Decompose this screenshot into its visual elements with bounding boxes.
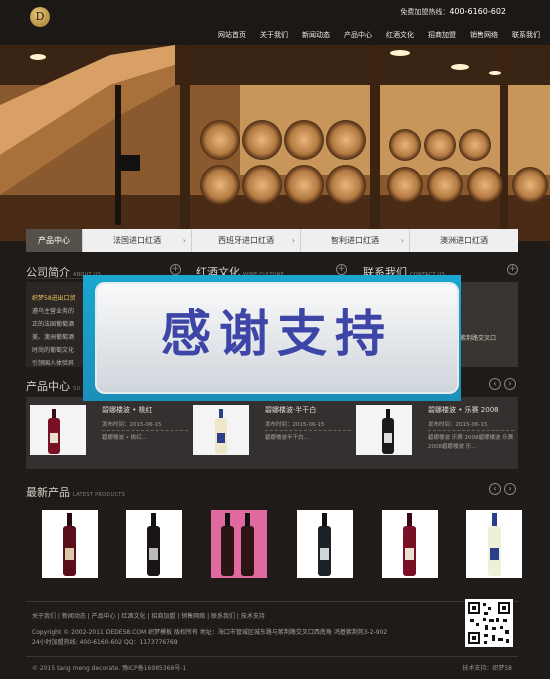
chevron-right-icon[interactable]: › xyxy=(504,483,516,495)
tab-australia-label: 澳洲进口红酒 xyxy=(440,236,488,245)
product-name[interactable]: 碧娜楼波 • 桃红 xyxy=(102,405,153,415)
icp-text: © 2015 tang meng decorate. 豫ICP备16985368… xyxy=(32,665,187,672)
divider xyxy=(26,656,518,657)
copyright-text: Copyright © 2002-2011 DEDE58.COM 织梦模板 版权… xyxy=(32,629,388,636)
qr-code-icon xyxy=(465,599,513,647)
product-date: 发布时间：2015-06-15 xyxy=(428,422,488,428)
main-nav: 网站首页 关于我们 新闻动态 产品中心 红酒文化 招商加盟 销售网络 联系我们 xyxy=(204,30,540,40)
product-card[interactable]: 碧娜楼波 • 桃红 发布时间：2015-06-15 碧娜楼波 • 桃红... xyxy=(28,401,188,465)
divider xyxy=(428,430,514,431)
nav-item-culture[interactable]: 红酒文化 xyxy=(386,30,414,40)
products-title: 产品中心 SU xyxy=(26,378,80,394)
tab-chile[interactable]: 智利进口红酒 › xyxy=(301,229,410,252)
tab-france[interactable]: 法国进口红酒 › xyxy=(83,229,192,252)
nav-item-home[interactable]: 网站首页 xyxy=(218,30,246,40)
product-desc: 碧娜楼波半干白... xyxy=(265,435,309,441)
tab-chile-label: 智利进口红酒 xyxy=(331,236,379,245)
tab-australia[interactable]: 澳洲进口红酒 xyxy=(410,229,518,252)
nav-item-products[interactable]: 产品中心 xyxy=(344,30,372,40)
category-tabs: 产品中心 法国进口红酒 › 西班牙进口红酒 › 智利进口红酒 › 澳洲进口红酒 xyxy=(26,229,518,252)
divider xyxy=(102,430,188,431)
new-product-image[interactable] xyxy=(42,510,98,578)
new-products-title: 最新产品 LATEST PRODUCTS xyxy=(26,484,125,500)
chevron-right-icon: › xyxy=(400,236,404,245)
hotline-label: 免费加盟热线： xyxy=(400,8,450,16)
hotline-number: 400-6160-602 xyxy=(449,7,506,16)
new-product-image[interactable] xyxy=(466,510,522,578)
thanks-overlay-text: 感谢支持 xyxy=(161,305,393,363)
new-product-image[interactable] xyxy=(297,510,353,578)
tab-spain[interactable]: 西班牙进口红酒 › xyxy=(192,229,301,252)
banner-image xyxy=(0,45,550,241)
chevron-right-icon: › xyxy=(182,236,186,245)
plus-icon[interactable]: + xyxy=(507,264,518,275)
new-products-subtitle: LATEST PRODUCTS xyxy=(73,492,126,498)
product-image[interactable] xyxy=(193,405,249,455)
chevron-right-icon[interactable]: › xyxy=(504,378,516,390)
tab-product-center[interactable]: 产品中心 xyxy=(26,229,83,252)
nav-item-franchise[interactable]: 招商加盟 xyxy=(428,30,456,40)
product-card[interactable]: 碧娜楼波 • 乐赛 2008 发布时间：2015-06-15 碧娜楼波 乐赛 2… xyxy=(354,401,514,465)
nav-item-news[interactable]: 新闻动态 xyxy=(302,30,330,40)
product-image[interactable] xyxy=(30,405,86,455)
product-image[interactable] xyxy=(356,405,412,455)
chevron-left-icon[interactable]: ‹ xyxy=(489,378,501,390)
chevron-left-icon[interactable]: ‹ xyxy=(489,483,501,495)
new-product-image[interactable] xyxy=(211,510,267,578)
new-products-title-text: 最新产品 xyxy=(26,486,70,499)
product-desc: 碧娜楼波 乐赛 2008碧娜楼波 乐赛 2008碧娜楼波 乐... xyxy=(428,435,514,450)
footer-links[interactable]: 关于我们 | 新闻动态 | 产品中心 | 红酒文化 | 招商加盟 | 销售网络 … xyxy=(32,611,265,620)
hotline-text: 24小时加盟热线: 400-6160-602 QQ：1173776769 xyxy=(32,639,178,646)
new-product-image[interactable] xyxy=(382,510,438,578)
product-name[interactable]: 碧娜楼波 • 乐赛 2008 xyxy=(428,405,499,415)
plus-icon[interactable]: + xyxy=(170,264,181,275)
footer-copyright: Copyright © 2002-2011 DEDE58.COM 织梦模板 版权… xyxy=(32,628,387,648)
divider xyxy=(26,601,518,602)
divider xyxy=(265,430,351,431)
products-title-text: 产品中心 xyxy=(26,380,70,393)
product-desc: 碧娜楼波 • 桃红... xyxy=(102,435,147,441)
new-product-image[interactable] xyxy=(126,510,182,578)
product-card[interactable]: 碧娜楼波·半干白 发布时间：2015-06-15 碧娜楼波半干白... xyxy=(191,401,351,465)
tab-france-label: 法国进口红酒 xyxy=(113,236,161,245)
nav-item-sales[interactable]: 销售网络 xyxy=(470,30,498,40)
plus-icon[interactable]: + xyxy=(336,264,347,275)
logo[interactable]: D xyxy=(30,7,50,27)
tech-support-text[interactable]: 技术支持：织梦58 xyxy=(462,663,512,672)
chevron-right-icon: › xyxy=(291,236,295,245)
tab-spain-label: 西班牙进口红酒 xyxy=(218,236,274,245)
product-date: 发布时间：2015-06-15 xyxy=(265,422,325,428)
hotline: 免费加盟热线：400-6160-602 xyxy=(400,7,506,17)
products-subtitle: SU xyxy=(73,386,81,392)
nav-item-contact[interactable]: 联系我们 xyxy=(512,30,540,40)
product-name[interactable]: 碧娜楼波·半干白 xyxy=(265,405,316,415)
nav-item-about[interactable]: 关于我们 xyxy=(260,30,288,40)
product-date: 发布时间：2015-06-15 xyxy=(102,422,162,428)
